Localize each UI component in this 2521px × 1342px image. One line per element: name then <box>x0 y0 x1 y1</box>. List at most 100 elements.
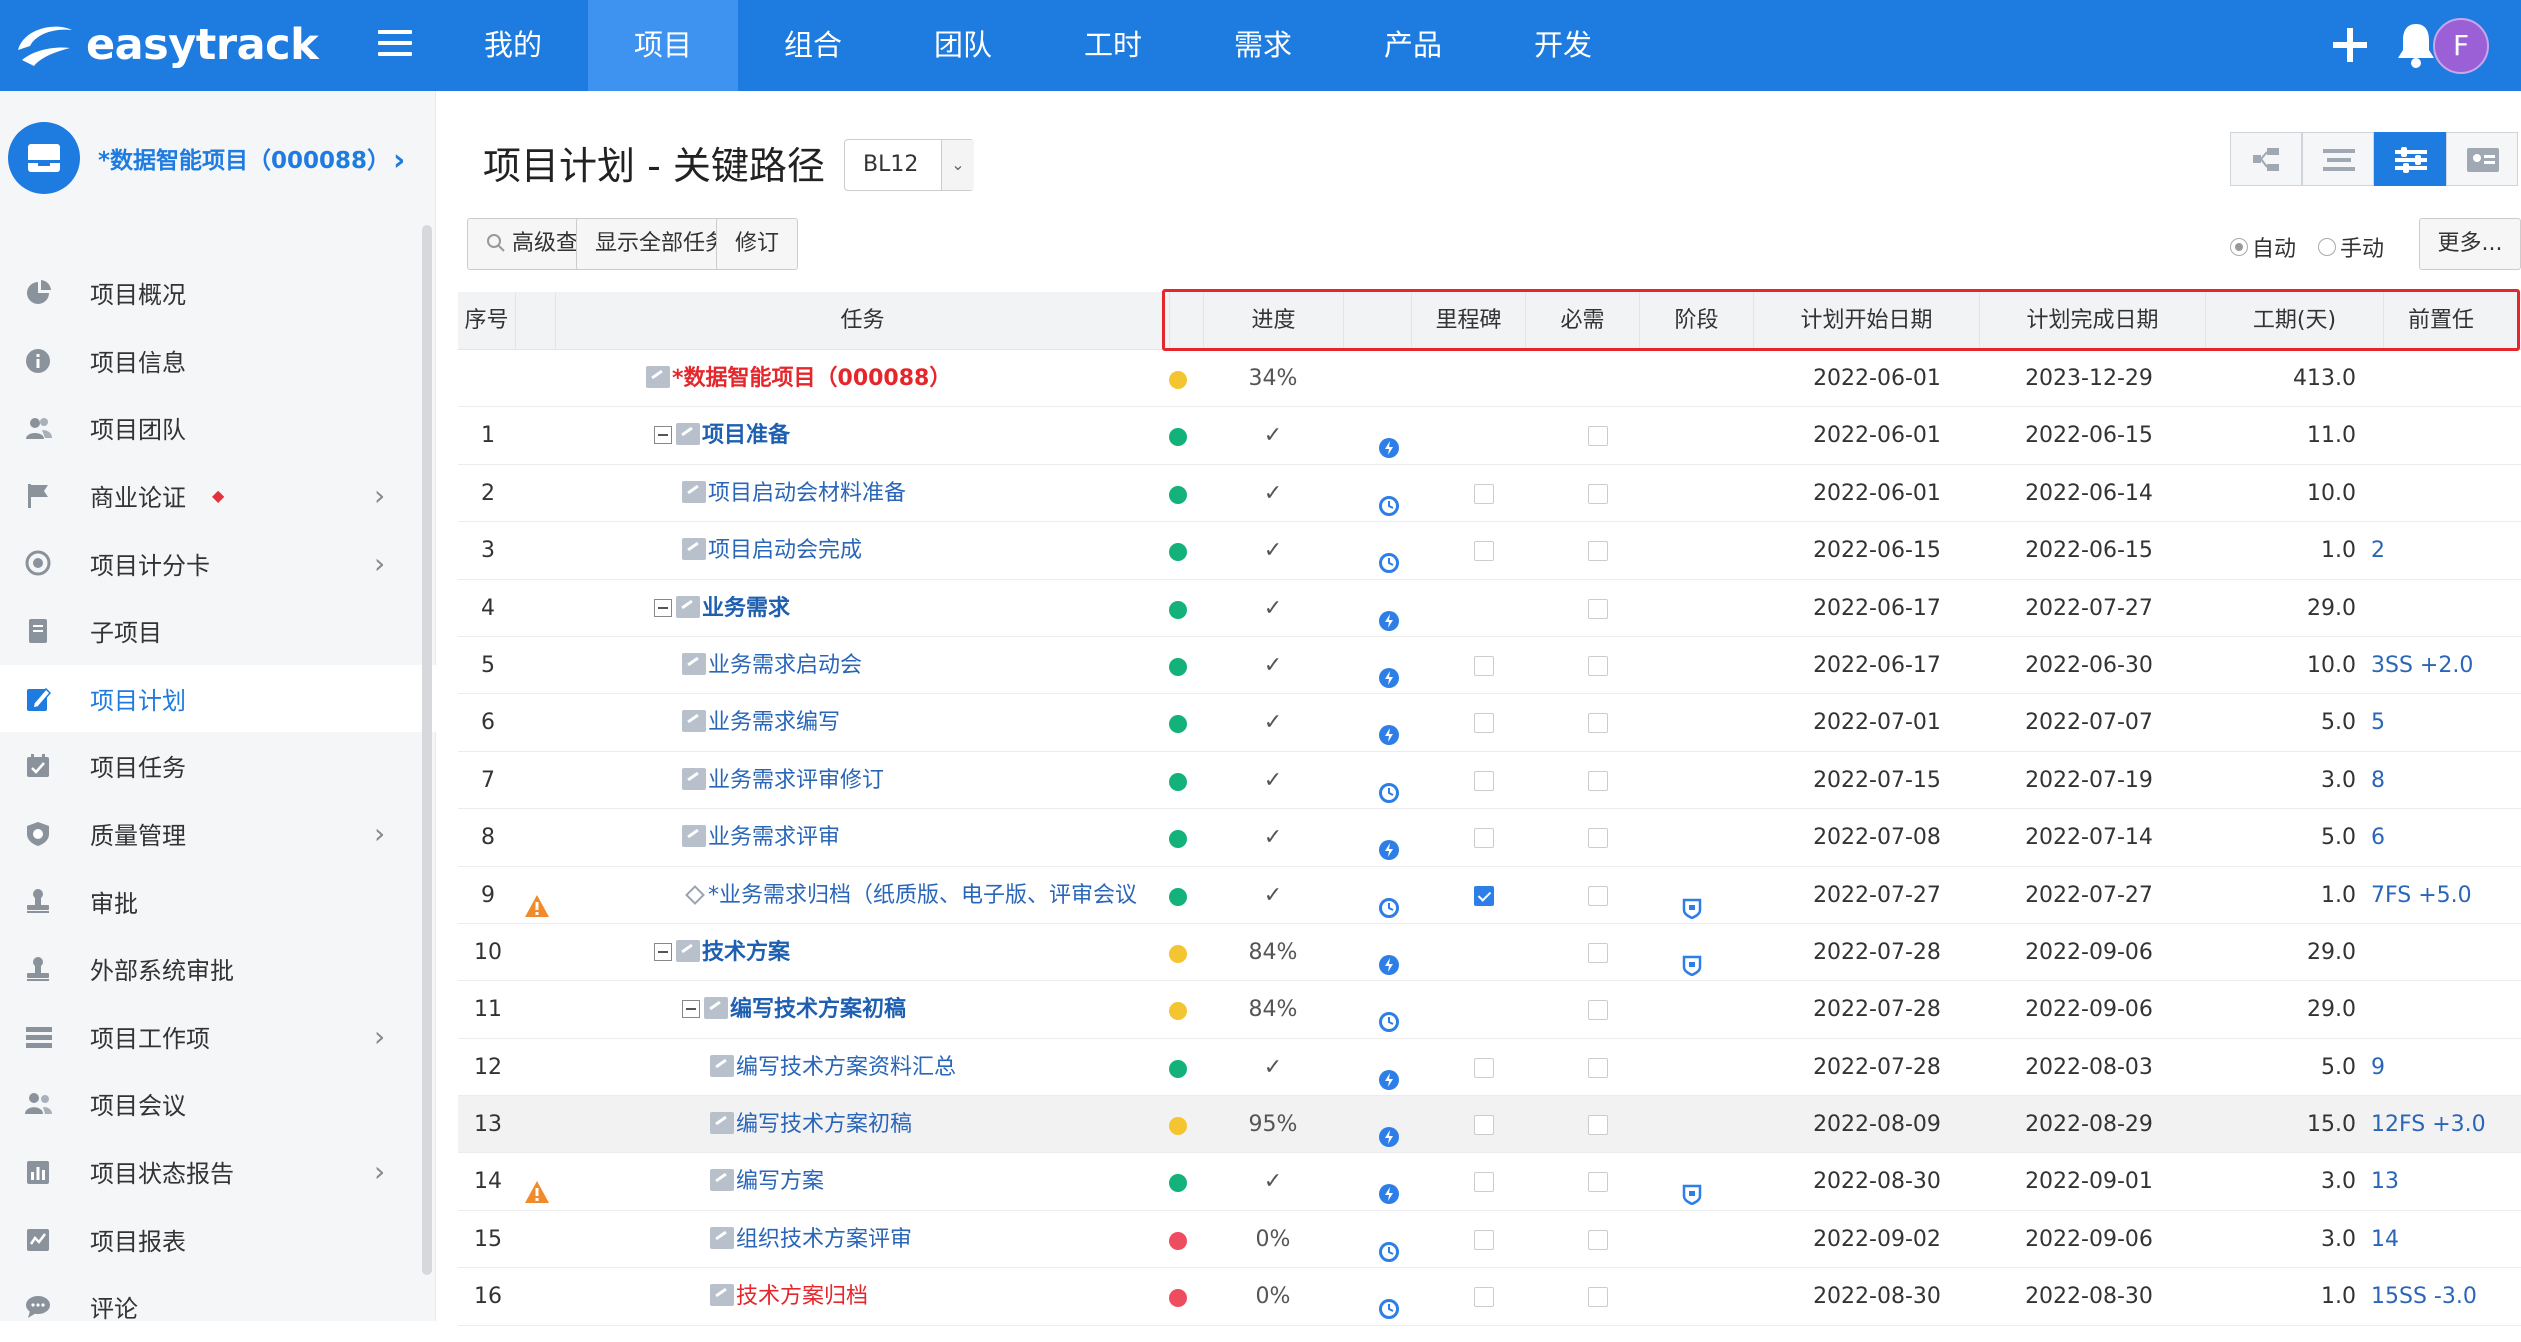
predecessor-link[interactable]: 7FS +5.0 <box>2371 867 2521 924</box>
table-row[interactable]: 5 业务需求启动会 ✓ 2022-06-17 2022-06-30 10.0 3SS +2.… <box>458 637 2521 695</box>
task-name[interactable]: 业务需求 <box>560 580 1140 637</box>
required-checkbox[interactable] <box>1588 1172 1608 1193</box>
predecessor-link[interactable] <box>2371 981 2521 1038</box>
required-checkbox[interactable] <box>1588 1229 1608 1250</box>
table-row[interactable]: *数据智能项目（000088） 34% 2022-06-01 2023-12-29 41… <box>458 350 2521 408</box>
task-label[interactable]: 编写技术方案初稿 <box>736 1112 912 1137</box>
project-header[interactable]: *数据智能项目（000088） › <box>0 91 436 227</box>
task-label[interactable]: 业务需求启动会 <box>708 653 862 678</box>
sidebar-item-4[interactable]: 项目计分卡 › <box>0 529 436 597</box>
sidebar-item-15[interactable]: 评论 <box>0 1273 436 1341</box>
auto-radio[interactable] <box>2230 238 2248 256</box>
header-duration[interactable]: 工期(天) <box>2206 292 2384 350</box>
required-checkbox[interactable] <box>1588 1057 1608 1078</box>
task-label[interactable]: 编写方案 <box>736 1169 824 1194</box>
task-name[interactable]: 业务需求编写 <box>560 694 1140 751</box>
baseline-select[interactable]: BL12 ⌄ <box>844 139 974 191</box>
predecessor-link[interactable]: 14 <box>2371 1211 2521 1268</box>
header-finish-date[interactable]: 计划完成日期 <box>1980 292 2206 350</box>
sidebar-item-11[interactable]: 项目工作项 › <box>0 1003 436 1071</box>
task-name[interactable]: 编写技术方案初稿 <box>560 981 1140 1038</box>
chevron-right-icon[interactable]: › <box>374 817 385 850</box>
header-predecessor[interactable]: 前置任 <box>2384 292 2521 350</box>
task-name[interactable]: *数据智能项目（000088） <box>560 350 1140 407</box>
table-row[interactable]: 3 项目启动会完成 ✓ 2022-06-15 2022-06-15 1.0 2 <box>458 522 2521 580</box>
task-name[interactable]: 技术方案 <box>560 924 1140 981</box>
required-checkbox[interactable] <box>1588 483 1608 504</box>
required-checkbox[interactable] <box>1588 1115 1608 1136</box>
table-row[interactable]: 9 *业务需求归档（纸质版、电子版、评审会议 ✓ 2022-07-27 2022-07-… <box>458 867 2521 924</box>
menu-toggle-icon[interactable] <box>378 30 412 60</box>
sidebar-item-2[interactable]: 项目团队 <box>0 394 436 462</box>
predecessor-link[interactable]: 2 <box>2371 522 2521 579</box>
task-name[interactable]: 组织技术方案评审 <box>560 1211 1140 1268</box>
task-label[interactable]: 编写技术方案资料汇总 <box>736 1055 956 1080</box>
user-avatar[interactable]: F <box>2433 18 2489 74</box>
critical-path-view-icon[interactable] <box>2374 132 2446 186</box>
nav-item-7[interactable]: 开发 <box>1488 0 1638 91</box>
revise-button[interactable]: 修订 <box>716 218 799 270</box>
predecessor-link[interactable]: 5 <box>2371 694 2521 751</box>
header-start-date[interactable]: 计划开始日期 <box>1754 292 1980 350</box>
milestone-checkbox[interactable] <box>1474 1115 1494 1136</box>
sidebar-item-5[interactable]: 子项目 <box>0 597 436 665</box>
predecessor-link[interactable]: 3SS +2.0 <box>2371 637 2521 694</box>
task-name[interactable]: 项目启动会完成 <box>560 522 1140 579</box>
milestone-checkbox[interactable] <box>1474 1172 1494 1193</box>
predecessor-link[interactable]: 15SS -3.0 <box>2371 1268 2521 1325</box>
header-required[interactable]: 必需 <box>1526 292 1640 350</box>
milestone-checkbox[interactable] <box>1474 483 1494 504</box>
table-row[interactable]: 7 业务需求评审修订 ✓ 2022-07-15 2022-07-19 3.0 8 <box>458 752 2521 810</box>
task-label[interactable]: 项目准备 <box>702 423 790 448</box>
required-checkbox[interactable] <box>1588 713 1608 734</box>
predecessor-link[interactable]: 13 <box>2371 1153 2521 1210</box>
header-progress[interactable]: 进度 <box>1204 292 1344 350</box>
nav-item-1[interactable]: 项目 <box>588 0 738 91</box>
task-label[interactable]: 业务需求 <box>702 596 790 621</box>
milestone-checkbox[interactable] <box>1474 885 1494 906</box>
predecessor-link[interactable]: 12FS +3.0 <box>2371 1096 2521 1153</box>
required-checkbox[interactable] <box>1588 1287 1608 1308</box>
milestone-checkbox[interactable] <box>1474 655 1494 676</box>
sidebar-item-7[interactable]: 项目任务 <box>0 732 436 800</box>
required-checkbox[interactable] <box>1588 885 1608 906</box>
chevron-right-icon[interactable]: › <box>393 143 405 178</box>
required-checkbox[interactable] <box>1588 598 1608 619</box>
task-name[interactable]: 技术方案归档 <box>560 1268 1140 1325</box>
nav-item-2[interactable]: 组合 <box>738 0 888 91</box>
sidebar-item-10[interactable]: 外部系统审批 <box>0 935 436 1003</box>
nav-item-0[interactable]: 我的 <box>438 0 588 91</box>
task-name[interactable]: 项目准备 <box>560 407 1140 464</box>
milestone-checkbox[interactable] <box>1474 1229 1494 1250</box>
collapse-toggle-icon[interactable] <box>654 426 672 445</box>
more-button[interactable]: 更多... <box>2419 218 2521 270</box>
sidebar-item-3[interactable]: 商业论证 ◆ › <box>0 462 436 530</box>
task-name[interactable]: 编写技术方案初稿 <box>560 1096 1140 1153</box>
header-seq[interactable]: 序号 <box>458 292 516 350</box>
task-label[interactable]: 技术方案 <box>702 940 790 965</box>
required-checkbox[interactable] <box>1588 1000 1608 1021</box>
network-view-icon[interactable] <box>2230 132 2302 186</box>
collapse-toggle-icon[interactable] <box>682 1000 700 1019</box>
milestone-checkbox[interactable] <box>1474 828 1494 849</box>
table-row[interactable]: 10 技术方案 84% 2022-07-28 2022-09-06 29.0 <box>458 924 2521 982</box>
task-label[interactable]: 业务需求评审修订 <box>708 768 884 793</box>
table-row[interactable]: 15 组织技术方案评审 0% 2022-09-02 2022-09-06 3.0 14 <box>458 1211 2521 1269</box>
sidebar-item-6[interactable]: 项目计划 <box>0 664 436 733</box>
table-row[interactable]: 13 编写技术方案初稿 95% 2022-08-09 2022-08-29 15.0 12F… <box>458 1096 2521 1154</box>
nav-item-5[interactable]: 需求 <box>1188 0 1338 91</box>
required-checkbox[interactable] <box>1588 942 1608 963</box>
sidebar-scrollbar[interactable] <box>422 225 432 1275</box>
table-row[interactable]: 11 编写技术方案初稿 84% 2022-07-28 2022-09-06 29.0 <box>458 981 2521 1039</box>
predecessor-link[interactable] <box>2371 465 2521 522</box>
nav-item-6[interactable]: 产品 <box>1338 0 1488 91</box>
predecessor-link[interactable] <box>2371 407 2521 464</box>
milestone-checkbox[interactable] <box>1474 1057 1494 1078</box>
chevron-right-icon[interactable]: › <box>374 547 385 580</box>
table-row[interactable]: 2 项目启动会材料准备 ✓ 2022-06-01 2022-06-14 10.0 <box>458 465 2521 523</box>
header-stage[interactable]: 阶段 <box>1640 292 1754 350</box>
collapse-toggle-icon[interactable] <box>654 942 672 961</box>
table-row[interactable]: 14 编写方案 ✓ 2022-08-30 2022-09-01 3.0 13 <box>458 1153 2521 1211</box>
task-label[interactable]: *数据智能项目（000088） <box>672 366 951 391</box>
milestone-checkbox[interactable] <box>1474 713 1494 734</box>
